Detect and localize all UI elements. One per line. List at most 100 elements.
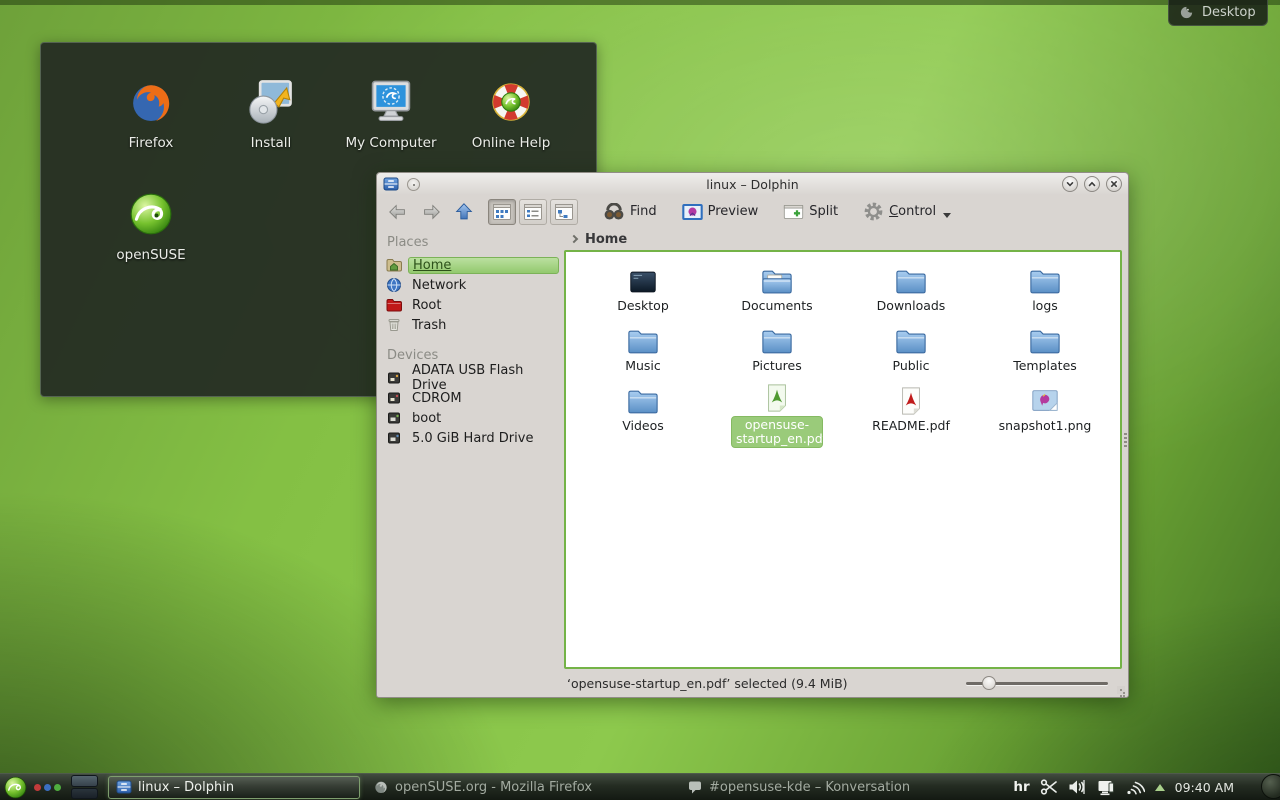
keyboard-layout-indicator[interactable]: hr bbox=[1013, 779, 1029, 795]
folder-icon bbox=[627, 323, 659, 356]
device-cdrom[interactable]: CDROM bbox=[377, 388, 559, 408]
task-dolphin[interactable]: linux – Dolphin bbox=[108, 776, 360, 799]
places-panel: Places Home Network Root Trash Devices A… bbox=[377, 228, 564, 697]
preview-label: Preview bbox=[708, 204, 759, 219]
cdrom-drive-icon bbox=[386, 390, 402, 406]
klipper-scissors-icon[interactable] bbox=[1040, 778, 1058, 796]
task-label: openSUSE.org - Mozilla Firefox bbox=[395, 780, 592, 795]
desktop-icon-install[interactable]: Install bbox=[211, 71, 331, 176]
pager-desktop-2[interactable] bbox=[71, 788, 98, 800]
window-titlebar[interactable]: linux – Dolphin bbox=[377, 173, 1128, 195]
close-button[interactable] bbox=[1106, 176, 1122, 192]
dolphin-app-icon bbox=[383, 176, 399, 192]
image-file-icon bbox=[1030, 383, 1060, 416]
install-cd-icon bbox=[245, 71, 297, 133]
preview-button[interactable]: Preview bbox=[678, 201, 763, 223]
file-item-music[interactable]: Music bbox=[576, 323, 710, 383]
clock[interactable]: 09:40 AM bbox=[1175, 780, 1234, 795]
breadcrumb: Home bbox=[564, 228, 1122, 250]
file-item-public[interactable]: Public bbox=[844, 323, 978, 383]
on-all-desktops-button[interactable] bbox=[407, 178, 420, 191]
file-item-downloads[interactable]: Downloads bbox=[844, 263, 978, 323]
place-trash[interactable]: Trash bbox=[377, 315, 559, 335]
window-edge-grip[interactable] bbox=[1124, 433, 1127, 447]
trash-icon bbox=[386, 317, 402, 333]
details-view-button[interactable] bbox=[550, 199, 578, 225]
place-home[interactable]: Home bbox=[377, 255, 559, 275]
desktop-toolbox[interactable]: Desktop bbox=[1168, 0, 1268, 26]
zoom-slider-handle[interactable] bbox=[982, 676, 996, 690]
desktop-icon-opensuse[interactable]: openSUSE bbox=[91, 183, 211, 288]
place-network[interactable]: Network bbox=[377, 275, 559, 295]
folder-icon bbox=[627, 383, 659, 416]
expand-tray-arrow-icon[interactable] bbox=[1155, 784, 1165, 791]
online-help-icon bbox=[485, 71, 537, 133]
file-item-pictures[interactable]: Pictures bbox=[710, 323, 844, 383]
file-item-logs[interactable]: logs bbox=[978, 263, 1112, 323]
zoom-slider[interactable] bbox=[966, 675, 1108, 691]
device-boot[interactable]: boot bbox=[377, 408, 559, 428]
network-signal-icon[interactable] bbox=[1125, 779, 1145, 796]
device-label: boot bbox=[408, 410, 559, 427]
task-label: linux – Dolphin bbox=[138, 780, 234, 795]
breadcrumb-arrow-icon bbox=[570, 235, 578, 243]
pdf-file-icon bbox=[762, 383, 792, 413]
places-header: Places bbox=[377, 230, 564, 255]
folder-icon bbox=[761, 323, 793, 356]
desktop-icon-firefox[interactable]: Firefox bbox=[91, 71, 211, 176]
desktop-pager[interactable] bbox=[71, 775, 98, 799]
control-button[interactable]: Control bbox=[859, 199, 955, 224]
file-item-readme-pdf[interactable]: README.pdf bbox=[844, 383, 978, 443]
place-label: Network bbox=[408, 277, 559, 294]
forward-button[interactable] bbox=[418, 199, 444, 225]
file-item-snapshot-png[interactable]: snapshot1.png bbox=[978, 383, 1112, 443]
task-konversation[interactable]: #opensuse-kde – Konversation bbox=[680, 776, 955, 799]
minimize-button[interactable] bbox=[1062, 176, 1078, 192]
file-item-templates[interactable]: Templates bbox=[978, 323, 1112, 383]
compact-view-button[interactable] bbox=[519, 199, 547, 225]
kickoff-launcher-button[interactable] bbox=[2, 774, 28, 800]
desktop-icon-online-help[interactable]: Online Help bbox=[451, 71, 571, 176]
volume-icon[interactable] bbox=[1068, 779, 1086, 795]
panel-toolbox-cashew[interactable] bbox=[1261, 774, 1280, 799]
up-button[interactable] bbox=[451, 199, 477, 225]
home-folder-icon bbox=[386, 257, 402, 273]
device-notifier-icon[interactable] bbox=[1096, 779, 1115, 796]
device-adata-usb[interactable]: ADATA USB Flash Drive bbox=[377, 368, 559, 388]
place-root[interactable]: Root bbox=[377, 295, 559, 315]
toolbox-label: Desktop bbox=[1202, 5, 1256, 20]
back-button[interactable] bbox=[385, 199, 411, 225]
breadcrumb-location[interactable]: Home bbox=[585, 232, 627, 247]
file-item-desktop[interactable]: Desktop bbox=[576, 263, 710, 323]
activity-dots[interactable] bbox=[34, 784, 61, 791]
preview-image-icon bbox=[682, 203, 703, 221]
system-tray: hr 09:40 AM bbox=[1013, 778, 1280, 796]
maximize-button[interactable] bbox=[1084, 176, 1100, 192]
green-dot-icon bbox=[54, 784, 61, 791]
window-resize-grip[interactable] bbox=[1117, 686, 1125, 694]
device-hard-drive[interactable]: 5.0 GiB Hard Drive bbox=[377, 428, 559, 448]
pager-desktop-1[interactable] bbox=[71, 775, 98, 787]
status-bar: ‘opensuse-startup_en.pdf’ selected (9.4 … bbox=[564, 669, 1122, 697]
root-folder-icon bbox=[386, 297, 402, 313]
file-item-opensuse-startup-pdf[interactable]: opensuse-startup_en.pdf bbox=[710, 383, 844, 443]
gear-icon bbox=[863, 201, 884, 222]
firefox-gray-icon bbox=[373, 779, 389, 795]
device-label: 5.0 GiB Hard Drive bbox=[408, 430, 559, 447]
control-label: Control bbox=[889, 204, 936, 219]
hard-drive-icon bbox=[386, 430, 402, 446]
task-firefox[interactable]: openSUSE.org - Mozilla Firefox bbox=[366, 776, 658, 799]
taskbar-panel: linux – Dolphin openSUSE.org - Mozilla F… bbox=[0, 773, 1280, 800]
split-label: Split bbox=[809, 204, 838, 219]
dolphin-icon bbox=[116, 779, 132, 795]
red-dot-icon bbox=[34, 784, 41, 791]
selection-status-text: ‘opensuse-startup_en.pdf’ selected (9.4 … bbox=[567, 676, 966, 691]
desktop-icon-label: My Computer bbox=[345, 135, 436, 151]
find-button[interactable]: Find bbox=[599, 201, 661, 223]
file-item-documents[interactable]: Documents bbox=[710, 263, 844, 323]
split-button[interactable]: Split bbox=[779, 201, 842, 223]
folder-view[interactable]: Desktop Documents Downloads bbox=[564, 250, 1122, 669]
desktop-icon-my-computer[interactable]: My Computer bbox=[331, 71, 451, 176]
icons-view-button[interactable] bbox=[488, 199, 516, 225]
file-item-videos[interactable]: Videos bbox=[576, 383, 710, 443]
